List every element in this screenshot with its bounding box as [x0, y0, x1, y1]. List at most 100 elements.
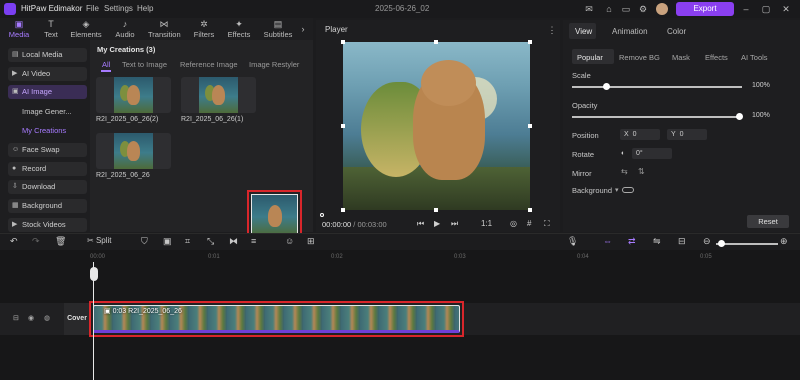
maximize-icon[interactable]: ▢ — [760, 3, 772, 15]
menu-settings[interactable]: Settings — [104, 4, 133, 13]
playhead[interactable] — [93, 262, 94, 380]
track-mute-icon[interactable]: ◍ — [44, 314, 50, 322]
gift-icon[interactable]: ⌂ — [603, 3, 615, 15]
preview-canvas[interactable] — [343, 42, 530, 210]
aspect-ratio-select[interactable]: 1:1 — [481, 219, 492, 228]
mirror-icon[interactable]: ⧓ — [229, 236, 238, 247]
tab-all[interactable]: All — [102, 60, 110, 69]
shield-icon[interactable]: ⛉ — [141, 236, 148, 247]
scale-slider-knob[interactable] — [603, 83, 610, 90]
chevron-right-icon[interactable]: › — [297, 23, 309, 35]
menu-file[interactable]: File — [86, 4, 99, 13]
avatar[interactable] — [656, 3, 668, 15]
playhead-handle[interactable] — [90, 267, 98, 281]
detach-icon[interactable]: ⇋ — [653, 236, 661, 247]
zoom-slider[interactable] — [716, 243, 778, 245]
play-icon[interactable]: ▶ — [434, 219, 440, 228]
settings-icon[interactable]: ⚙ — [637, 3, 649, 15]
tab-reference-image[interactable]: Reference Image — [180, 60, 238, 69]
sidebar-item-image-generator[interactable]: Image Gener... — [22, 107, 72, 116]
more-icon[interactable]: ⋮ — [546, 24, 558, 36]
mirror-vertical-icon[interactable]: ⇅ — [638, 167, 645, 176]
resize-handle[interactable] — [434, 40, 438, 44]
subtab-remove-bg[interactable]: Remove BG — [619, 53, 660, 62]
mirror-horizontal-icon[interactable]: ⇆ — [621, 167, 628, 176]
tool-filters[interactable]: ✲ Filters — [188, 19, 220, 39]
microphone-icon[interactable]: 🎙 — [567, 236, 578, 247]
ai-face-icon[interactable]: ☺ — [285, 236, 294, 246]
tab-text-to-image[interactable]: Text to Image — [122, 60, 167, 69]
text-box-icon[interactable]: ▣ — [163, 236, 172, 247]
tab-view[interactable]: View — [575, 27, 592, 36]
tab-color[interactable]: Color — [667, 27, 686, 36]
resize-handle[interactable] — [341, 40, 345, 44]
opacity-slider-knob[interactable] — [736, 113, 743, 120]
snap-icon[interactable]: ⇄ — [628, 236, 636, 247]
background-toggle[interactable] — [622, 187, 634, 193]
tab-animation[interactable]: Animation — [612, 27, 648, 36]
cover-button[interactable]: Cover — [64, 303, 90, 335]
close-icon[interactable]: ✕ — [780, 3, 792, 15]
tool-transition[interactable]: ⋈ Transition — [148, 19, 181, 39]
resize-handle[interactable] — [528, 124, 532, 128]
export-button[interactable]: Export — [676, 2, 734, 16]
resize-handle[interactable] — [528, 208, 532, 212]
undo-icon[interactable]: ↶ — [10, 236, 18, 247]
transform-icon[interactable]: ⤡ — [207, 236, 214, 247]
fullscreen-icon[interactable]: ⛶ — [544, 219, 550, 229]
background-dropdown-icon[interactable]: ▾ — [615, 186, 619, 194]
position-x-field[interactable]: X 0 — [620, 129, 660, 140]
link-icon[interactable]: ⇔ — [603, 236, 612, 246]
sidebar-item-local-media[interactable]: ▤ Local Media — [8, 48, 87, 62]
subtab-popular[interactable]: Popular — [577, 53, 603, 62]
creation-thumbnail[interactable] — [181, 77, 256, 113]
tool-media[interactable]: ▣ Media — [3, 19, 35, 39]
sidebar-item-my-creations[interactable]: My Creations — [22, 126, 66, 135]
zoom-out-icon[interactable]: ⊖ — [703, 236, 711, 247]
sidebar-item-ai-video[interactable]: ▶ AI Video — [8, 67, 87, 81]
tool-elements[interactable]: ◈ Elements — [70, 19, 102, 39]
reset-button[interactable]: Reset — [747, 215, 789, 228]
minimize-icon[interactable]: – — [740, 3, 752, 15]
snapshot-icon[interactable]: ◎ — [510, 219, 517, 228]
next-frame-icon[interactable]: ⏭ — [451, 219, 458, 229]
sidebar-item-ai-image[interactable]: ▣ AI Image — [8, 85, 87, 99]
resize-handle[interactable] — [434, 208, 438, 212]
zoom-slider-knob[interactable] — [718, 240, 725, 247]
sidebar-item-stock-videos[interactable]: ▶ Stock Videos — [8, 218, 87, 232]
align-icon[interactable]: ≡ — [251, 236, 256, 246]
tool-audio[interactable]: ♪ Audio — [109, 19, 141, 39]
tool-subtitles[interactable]: ▤ Subtitles — [262, 19, 294, 39]
split-button[interactable]: ✂ Split — [87, 236, 112, 245]
crop-icon[interactable]: ⌗ — [185, 236, 190, 247]
resize-handle[interactable] — [341, 124, 345, 128]
grid-icon[interactable]: # — [527, 219, 531, 228]
zoom-in-icon[interactable]: ⊕ — [780, 236, 788, 247]
folder-icon[interactable]: ▭ — [620, 3, 632, 15]
tab-image-restyler[interactable]: Image Restyler — [249, 60, 299, 69]
sidebar-item-download[interactable]: ⇩ Download — [8, 180, 87, 194]
rotate-field[interactable]: 0° — [632, 148, 672, 159]
mail-icon[interactable]: ✉ — [583, 3, 595, 15]
previous-frame-icon[interactable]: ⏮ — [417, 219, 424, 229]
creation-thumbnail[interactable] — [96, 77, 171, 113]
position-y-field[interactable]: Y 0 — [667, 129, 707, 140]
dragged-thumbnail[interactable] — [251, 194, 298, 236]
track-visibility-icon[interactable]: ◉ — [28, 314, 34, 322]
opacity-value[interactable]: 100% — [752, 112, 770, 119]
sidebar-item-record[interactable]: ● Record — [8, 162, 87, 176]
tool-text[interactable]: T Text — [35, 19, 67, 39]
scale-value[interactable]: 100% — [752, 82, 770, 89]
subtab-mask[interactable]: Mask — [672, 53, 690, 62]
export-frame-icon[interactable]: ⊞ — [307, 236, 315, 247]
delete-icon[interactable]: 🗑 — [55, 236, 66, 247]
rotate-dial-icon[interactable]: ◐ — [621, 150, 625, 157]
track-lock-icon[interactable]: ⊟ — [13, 314, 19, 322]
scale-slider[interactable] — [572, 86, 742, 88]
redo-icon[interactable]: ↷ — [32, 236, 40, 247]
menu-help[interactable]: Help — [137, 4, 153, 13]
opacity-slider[interactable] — [572, 116, 742, 118]
group-icon[interactable]: ⊟ — [678, 236, 686, 247]
subtab-ai-tools[interactable]: AI Tools — [741, 53, 768, 62]
resize-handle[interactable] — [341, 208, 345, 212]
